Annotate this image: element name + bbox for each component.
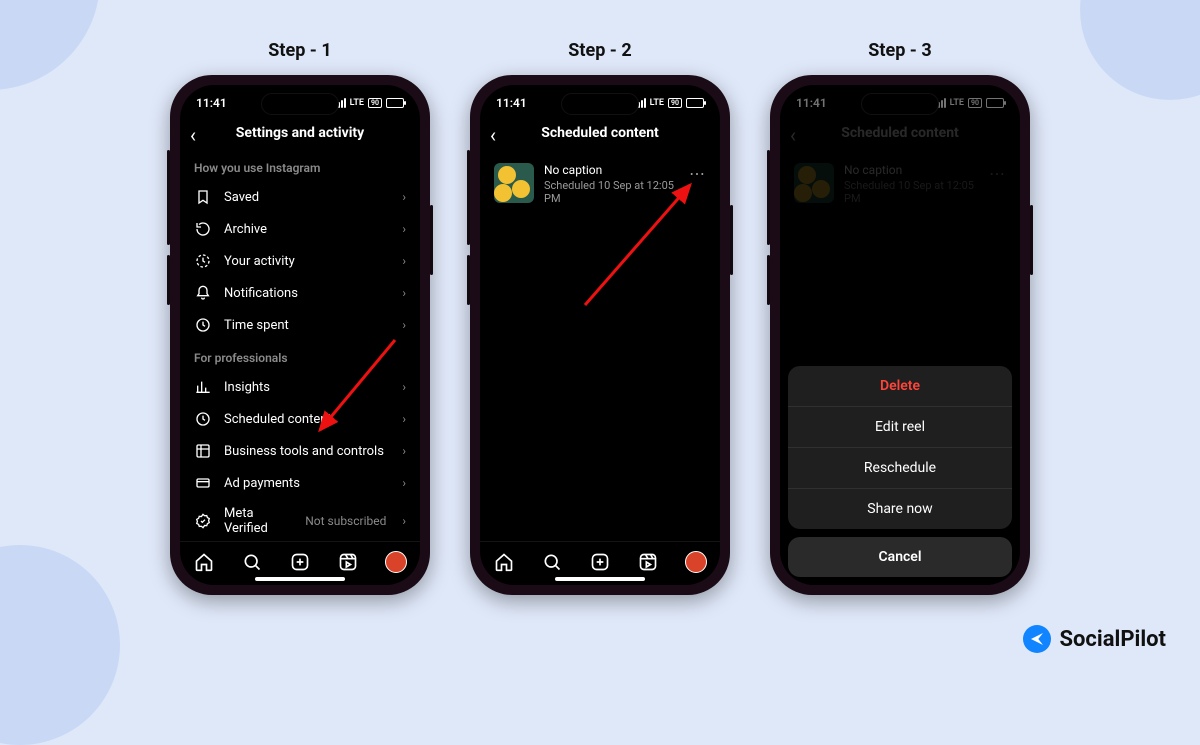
- battery-pct: 90: [668, 98, 682, 108]
- battery-pct: 90: [368, 98, 382, 108]
- step3-label: Step - 3: [868, 40, 931, 61]
- row-label: Scheduled content: [224, 412, 390, 427]
- socialpilot-icon: [1023, 625, 1051, 653]
- step1-label: Step - 1: [268, 40, 331, 61]
- bookmark-icon: [194, 188, 212, 206]
- chevron-right-icon: ›: [402, 318, 406, 332]
- brand-logo: SocialPilot: [1023, 625, 1166, 653]
- row-label: Saved: [224, 190, 390, 205]
- create-icon[interactable]: [589, 551, 611, 573]
- chevron-right-icon: ›: [402, 190, 406, 204]
- chevron-right-icon: ›: [402, 412, 406, 426]
- row-scheduled-content[interactable]: Scheduled content ›: [180, 403, 420, 435]
- battery-icon: [686, 98, 704, 108]
- chevron-right-icon: ›: [402, 286, 406, 300]
- chevron-right-icon: ›: [402, 254, 406, 268]
- archive-icon: [194, 220, 212, 238]
- row-business-tools[interactable]: Business tools and controls ›: [180, 435, 420, 467]
- grid-icon: [194, 442, 212, 460]
- row-label: Ad payments: [224, 476, 390, 491]
- phone-step3: 11:41 LTE 90 ‹ Scheduled content: [770, 75, 1030, 595]
- chevron-right-icon: ›: [402, 476, 406, 490]
- page-title: Settings and activity: [236, 125, 364, 141]
- insights-icon: [194, 378, 212, 396]
- delete-button[interactable]: Delete: [788, 366, 1012, 406]
- more-options-icon[interactable]: ⋯: [689, 163, 706, 182]
- post-caption: No caption: [544, 163, 679, 177]
- carrier-label: LTE: [350, 98, 364, 108]
- action-sheet: Delete Edit reel Reschedule Share now Ca…: [788, 366, 1012, 577]
- row-label: Business tools and controls: [224, 444, 390, 459]
- post-schedule-time: Scheduled 10 Sep at 12:05 PM: [544, 179, 679, 205]
- row-your-activity[interactable]: Your activity ›: [180, 245, 420, 277]
- bell-icon: [194, 284, 212, 302]
- phone-step1: 11:41 LTE 90 ‹ Settings and activity How…: [170, 75, 430, 595]
- chevron-right-icon: ›: [402, 222, 406, 236]
- row-sublabel: Not subscribed: [305, 514, 386, 528]
- section-professionals: For professionals: [180, 341, 420, 371]
- verified-icon: [194, 512, 212, 530]
- clock-icon: [194, 410, 212, 428]
- home-icon[interactable]: [193, 551, 215, 573]
- chevron-right-icon: ›: [402, 380, 406, 394]
- reschedule-button[interactable]: Reschedule: [788, 447, 1012, 488]
- search-icon[interactable]: [241, 551, 263, 573]
- section-how-you-use: How you use Instagram: [180, 151, 420, 181]
- status-time: 11:41: [196, 96, 227, 110]
- status-time: 11:41: [496, 96, 527, 110]
- step2-label: Step - 2: [568, 40, 631, 61]
- back-icon[interactable]: ‹: [190, 123, 196, 147]
- edit-reel-button[interactable]: Edit reel: [788, 406, 1012, 447]
- row-label: Meta Verified: [224, 506, 293, 536]
- row-time-spent[interactable]: Time spent ›: [180, 309, 420, 341]
- search-icon[interactable]: [541, 551, 563, 573]
- row-saved[interactable]: Saved ›: [180, 181, 420, 213]
- phone-step2: 11:41 LTE 90 ‹ Scheduled content: [470, 75, 730, 595]
- row-label: Notifications: [224, 286, 390, 301]
- carrier-label: LTE: [650, 98, 664, 108]
- chevron-right-icon: ›: [402, 444, 406, 458]
- card-icon: [194, 474, 212, 492]
- row-label: Insights: [224, 380, 390, 395]
- profile-avatar[interactable]: [385, 551, 407, 573]
- battery-icon: [386, 98, 404, 108]
- create-icon[interactable]: [289, 551, 311, 573]
- profile-avatar[interactable]: [685, 551, 707, 573]
- clock-icon: [194, 316, 212, 334]
- page-title: Scheduled content: [541, 125, 659, 141]
- row-label: Archive: [224, 222, 390, 237]
- post-thumbnail: [494, 163, 534, 203]
- row-notifications[interactable]: Notifications ›: [180, 277, 420, 309]
- home-icon[interactable]: [493, 551, 515, 573]
- reels-icon[interactable]: [637, 551, 659, 573]
- row-meta-verified[interactable]: Meta Verified Not subscribed ›: [180, 499, 420, 541]
- row-insights[interactable]: Insights ›: [180, 371, 420, 403]
- row-archive[interactable]: Archive ›: [180, 213, 420, 245]
- row-ad-payments[interactable]: Ad payments ›: [180, 467, 420, 499]
- row-label: Your activity: [224, 254, 390, 269]
- scheduled-item[interactable]: No caption Scheduled 10 Sep at 12:05 PM …: [480, 151, 720, 217]
- reels-icon[interactable]: [337, 551, 359, 573]
- chevron-right-icon: ›: [402, 514, 406, 528]
- brand-name: SocialPilot: [1059, 627, 1166, 652]
- row-label: Time spent: [224, 318, 390, 333]
- back-icon[interactable]: ‹: [490, 123, 496, 147]
- share-now-button[interactable]: Share now: [788, 488, 1012, 529]
- activity-icon: [194, 252, 212, 270]
- cancel-button[interactable]: Cancel: [788, 537, 1012, 577]
